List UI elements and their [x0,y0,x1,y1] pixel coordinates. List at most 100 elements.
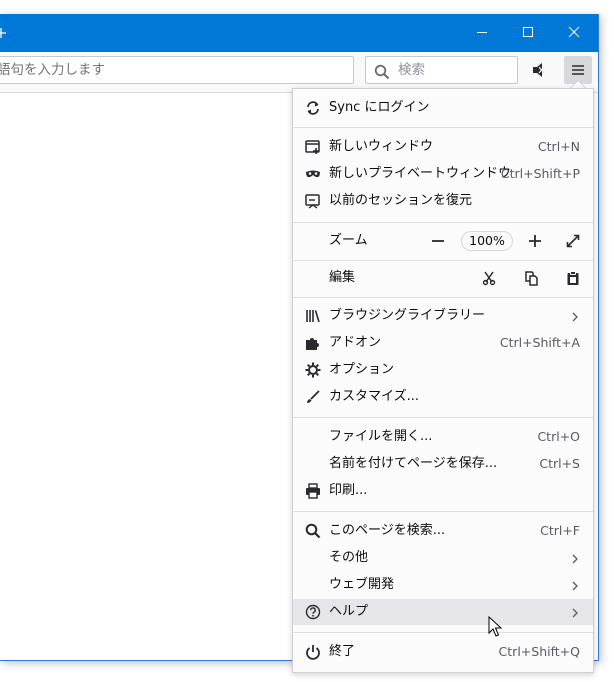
power-icon [305,644,321,660]
paintbrush-icon [305,389,321,405]
new-tab-button[interactable] [0,20,8,44]
restore-session-icon [305,193,321,209]
minimize-button[interactable] [460,14,506,52]
menu-item-addons[interactable]: アドオン Ctrl+Shift+A [293,330,593,356]
menu-separator [293,417,593,418]
search-icon [305,523,321,539]
shortcut-label: Ctrl+Shift+Q [498,644,580,659]
search-bar[interactable]: 検索 [365,56,518,84]
edit-label: 編集 [329,270,356,285]
menu-item-private-window[interactable]: 新しいプライベートウィンドウ Ctrl+Shift+P [293,161,593,187]
menu-item-label: オプション [329,362,395,377]
menu-item-restore-session[interactable]: 以前のセッションを復元 [293,188,593,214]
shortcut-label: Ctrl+O [537,429,580,444]
printer-icon [305,483,321,499]
menu-item-print[interactable]: 印刷... [293,478,593,504]
maximize-button[interactable] [506,14,552,52]
close-button[interactable] [552,14,598,52]
shortcut-label: Ctrl+N [537,139,580,154]
zoom-reset-button[interactable]: 100% [461,231,513,251]
menu-item-label: その他 [329,550,369,565]
menu-item-options[interactable]: オプション [293,357,593,383]
clipboard-icon [567,271,579,285]
copy-button[interactable] [523,270,539,286]
zoom-label: ズーム [329,233,368,248]
library-icon [305,308,321,324]
url-bar[interactable]: 語句を入力します [0,56,354,84]
help-question-icon [305,604,321,620]
minimize-icon [477,32,487,33]
search-icon [374,63,390,89]
nav-toolbar: 語句を入力します 検索 [0,52,598,93]
chevron-right-icon [571,553,579,568]
menu-item-help[interactable]: ヘルプ [293,599,593,625]
fullscreen-icon [566,234,580,248]
menu-separator [293,297,593,298]
menu-item-label: 印刷... [329,483,368,498]
menu-item-label: 以前のセッションを復元 [329,193,473,208]
copy-icon [525,271,538,286]
menu-item-zoom: ズーム 100% [293,228,593,254]
menu-item-label: ウェブ開発 [329,577,395,592]
scissors-icon [482,271,496,286]
speaker-icon [533,63,545,77]
close-icon [568,26,580,38]
menu-item-sync[interactable]: Sync にログイン [293,95,593,121]
menu-item-label: 新しいプライベートウィンドウ [329,166,512,181]
gear-icon [305,362,321,378]
cut-button[interactable] [481,270,497,286]
menu-item-label: Sync にログイン [329,100,430,115]
puzzle-piece-icon [305,335,321,351]
new-window-icon [305,139,321,155]
plus-icon [0,28,6,38]
menu-item-label: カスタマイズ... [329,389,420,404]
menu-item-save-page[interactable]: 名前を付けてページを保存... Ctrl+S [293,451,593,477]
menu-item-web-developer[interactable]: ウェブ開発 [293,572,593,598]
plus-icon [529,235,541,247]
chevron-right-icon [571,311,579,326]
menu-item-quit[interactable]: 終了 Ctrl+Shift+Q [293,639,593,665]
search-placeholder: 検索 [398,62,425,78]
menu-item-open-file[interactable]: ファイルを開く... Ctrl+O [293,424,593,450]
menu-item-label: アドオン [329,335,382,350]
fullscreen-button[interactable] [565,233,581,249]
paste-button[interactable] [565,270,581,286]
menu-item-label: このページを検索... [329,523,446,538]
menu-item-new-window[interactable]: 新しいウィンドウ Ctrl+N [293,134,593,160]
menu-item-find[interactable]: このページを検索... Ctrl+F [293,518,593,544]
menu-separator [293,511,593,512]
menu-item-label: 終了 [329,644,356,659]
menu-item-label: ヘルプ [329,604,369,619]
url-placeholder: 語句を入力します [0,62,105,78]
title-bar [0,14,598,52]
shortcut-label: Ctrl+Shift+A [499,335,580,350]
shortcut-label: Ctrl+F [540,523,580,538]
menu-item-label: ブラウジングライブラリー [329,308,486,323]
menu-item-edit: 編集 [293,265,593,291]
chevron-right-icon [571,580,579,595]
menu-separator [293,260,593,261]
menu-item-label: ファイルを開く... [329,429,433,444]
menu-separator [293,222,593,223]
menu-pointer-inner [571,81,585,88]
private-mask-icon [305,166,321,182]
chevron-right-icon [571,607,579,622]
app-menu-panel: Sync にログイン 新しいウィンドウ Ctrl+N 新しいプライベートウィンド… [292,88,594,673]
menu-item-label: 新しいウィンドウ [329,139,434,154]
shortcut-label: Ctrl+S [539,456,580,471]
minus-icon [432,240,444,242]
shortcut-label: Ctrl+Shift+P [500,166,580,181]
menu-item-customize[interactable]: カスタマイズ... [293,384,593,410]
hamburger-icon [572,65,584,75]
mute-button[interactable] [525,56,553,84]
menu-separator [293,632,593,633]
menu-item-label: 名前を付けてページを保存... [329,456,498,471]
maximize-icon [523,27,533,37]
menu-item-more[interactable]: その他 [293,545,593,571]
sync-icon [305,100,321,116]
mouse-cursor-icon [488,615,503,642]
menu-item-library[interactable]: ブラウジングライブラリー [293,303,593,329]
zoom-in-button[interactable] [527,233,543,249]
zoom-out-button[interactable] [430,233,446,249]
menu-separator [293,127,593,128]
